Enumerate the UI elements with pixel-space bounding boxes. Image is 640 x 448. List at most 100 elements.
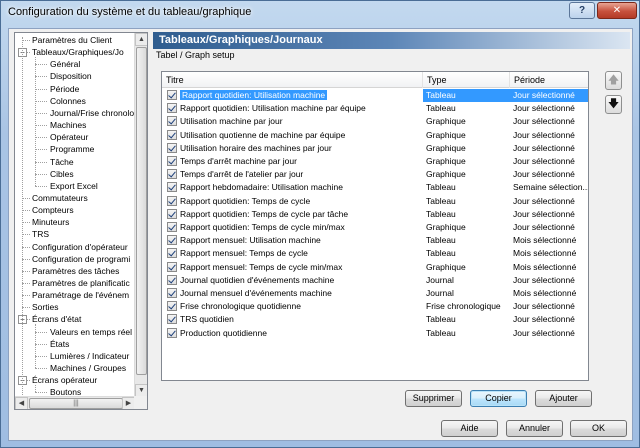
table-row[interactable]: Rapport quotidien: Temps de cycle par tâ… [162,208,588,221]
tree-item[interactable]: Tâche [50,156,135,168]
row-checkbox[interactable] [167,208,177,219]
move-up-button[interactable]: 🡅 [605,71,622,90]
row-checkbox[interactable] [167,169,177,180]
tree-item[interactable]: Opérateur [50,131,135,143]
tree-item[interactable]: Configuration d'opérateur [32,241,135,253]
tree-item[interactable]: TRS [32,228,135,240]
tree-item[interactable]: Paramètres du Client [32,34,135,46]
table-row[interactable]: Temps d'arrêt de l'atelier par jour Graph… [162,168,588,181]
table-row[interactable]: Journal quotidien d'événements machine Jo… [162,274,588,287]
table-row[interactable]: Frise chronologique quotidienne Frise chr… [162,300,588,313]
row-title: Rapport mensuel: Temps de cycle [180,248,308,259]
table-row[interactable]: Utilisation quotienne de machine par équ… [162,129,588,142]
table-row[interactable]: Rapport mensuel: Utilisation machine Tabl… [162,234,588,247]
tree-connector [22,197,30,199]
tree-item[interactable]: États [50,338,135,350]
tree-item[interactable]: Période [50,83,135,95]
horizontal-scroll-thumb[interactable]: ||| [29,398,123,409]
row-checkbox[interactable] [167,129,177,140]
table-row[interactable]: Rapport mensuel: Temps de cycle Tableau Mo… [162,247,588,260]
tree-item[interactable]: Machines [50,119,135,131]
help-title-button[interactable]: ? [569,2,595,19]
section-header-band: Tableaux/Graphiques/Journaux [153,32,630,49]
row-checkbox[interactable] [167,222,177,232]
column-header-period[interactable]: Période [510,72,588,88]
tree-item[interactable]: Paramètres de planificatic [32,277,135,289]
tree-item[interactable]: Valeurs en temps réel [50,326,135,338]
tree-item[interactable]: Minuteurs [32,216,135,228]
row-checkbox[interactable] [167,156,177,166]
tree-item[interactable]: Configuration de programi [32,253,135,265]
tree-item[interactable]: Général [50,58,135,70]
help-button[interactable]: Aide [441,420,498,437]
row-period: Jour sélectionné [513,327,575,338]
table-row[interactable]: Journal mensuel d'événements machine Jour… [162,287,588,300]
row-checkbox[interactable] [167,116,177,127]
row-type: Graphique [426,169,466,180]
row-checkbox[interactable] [167,195,177,206]
row-checkbox[interactable] [167,288,177,298]
move-down-button[interactable]: 🡇 [605,95,622,114]
scroll-left-arrow-icon[interactable]: ◀ [15,397,28,409]
tree-item[interactable]: Paramétrage de l'événem [32,289,135,301]
delete-button[interactable]: Supprimer [405,390,462,407]
reports-grid: Titre Type Période Rapport quotidien: Ut… [161,71,589,381]
table-row[interactable]: Rapport quotidien: Temps de cycle Tableau… [162,195,588,208]
row-checkbox[interactable] [167,235,177,246]
table-row[interactable]: Rapport quotidien: Utilisation machine p… [162,102,588,115]
table-row[interactable]: Production quotidienne Tableau Jour sélect… [162,327,588,340]
copy-button[interactable]: Copier [470,390,527,407]
tree-item[interactable]: Écrans opérateur [32,374,135,386]
vertical-scroll-thumb[interactable] [136,47,147,375]
add-button[interactable]: Ajouter [535,390,592,407]
table-row[interactable]: TRS quotidien Tableau Jour sélectionné [162,313,588,326]
tree-item[interactable]: Sorties [32,301,135,313]
table-row[interactable]: Utilisation horaire des machines par jou… [162,142,588,155]
ok-button[interactable]: OK [570,420,627,437]
row-period: Jour sélectionné [513,156,575,166]
tree-item[interactable]: Disposition [50,70,135,82]
row-checkbox[interactable] [167,248,177,259]
close-button[interactable]: ✕ [597,2,637,19]
row-checkbox[interactable] [167,182,177,193]
row-checkbox[interactable] [167,314,177,325]
tree-item[interactable]: Export Excel [50,180,135,192]
scroll-corner [134,396,147,409]
row-checkbox[interactable] [167,261,177,272]
row-checkbox[interactable] [167,274,177,285]
column-header-type[interactable]: Type [423,72,510,88]
tree-item[interactable]: Compteurs [32,204,135,216]
tree-item[interactable]: Colonnes [50,95,135,107]
tree-item[interactable]: Lumières / Indicateur [50,350,135,362]
scroll-up-arrow-icon[interactable]: ▲ [135,33,147,46]
column-header-title[interactable]: Titre [162,72,423,88]
row-type: Tableau [426,195,456,206]
tree-connector [35,112,47,114]
row-checkbox[interactable] [167,103,177,114]
tree-item[interactable]: Programme [50,143,135,155]
table-row[interactable]: Temps d'arrêt machine par jour Graphique J… [162,155,588,168]
tree-item[interactable]: Écrans d'état [32,313,135,325]
table-row[interactable]: Rapport quotidien: Utilisation machine Ta… [162,89,588,102]
row-checkbox[interactable] [167,90,177,100]
tree-item[interactable]: Journal/Frise chronolo [50,107,135,119]
row-title: Utilisation quotienne de machine par équ… [180,129,346,140]
settings-tree[interactable]: Paramètres du Client − Tableaux/Graphiques… [14,32,148,410]
tree-item[interactable]: Paramètres des tâches [32,265,135,277]
cancel-button[interactable]: Annuler [506,420,563,437]
tree-vertical-scrollbar[interactable]: ▲ ▼ [134,33,147,397]
row-checkbox[interactable] [167,327,177,338]
tree-item[interactable]: Cibles [50,168,135,180]
row-checkbox[interactable] [167,301,177,312]
table-row[interactable]: Rapport quotidien: Temps de cycle min/ma… [162,221,588,234]
row-title-cell: Rapport quotidien: Temps de cycle [165,195,423,208]
row-checkbox[interactable] [167,142,177,153]
row-title-cell: Rapport mensuel: Utilisation machine [165,234,423,247]
tree-horizontal-scrollbar[interactable]: ◀ ||| ▶ [15,396,135,409]
table-row[interactable]: Rapport hebdomadaire: Utilisation machin… [162,181,588,194]
tree-item[interactable]: Commutateurs [32,192,135,204]
table-row[interactable]: Utilisation machine par jour Graphique Jou… [162,115,588,128]
tree-item[interactable]: Machines / Groupes [50,362,135,374]
table-row[interactable]: Rapport mensuel: Temps de cycle min/max G… [162,261,588,274]
tree-item[interactable]: Tableaux/Graphiques/Jo [32,46,135,58]
